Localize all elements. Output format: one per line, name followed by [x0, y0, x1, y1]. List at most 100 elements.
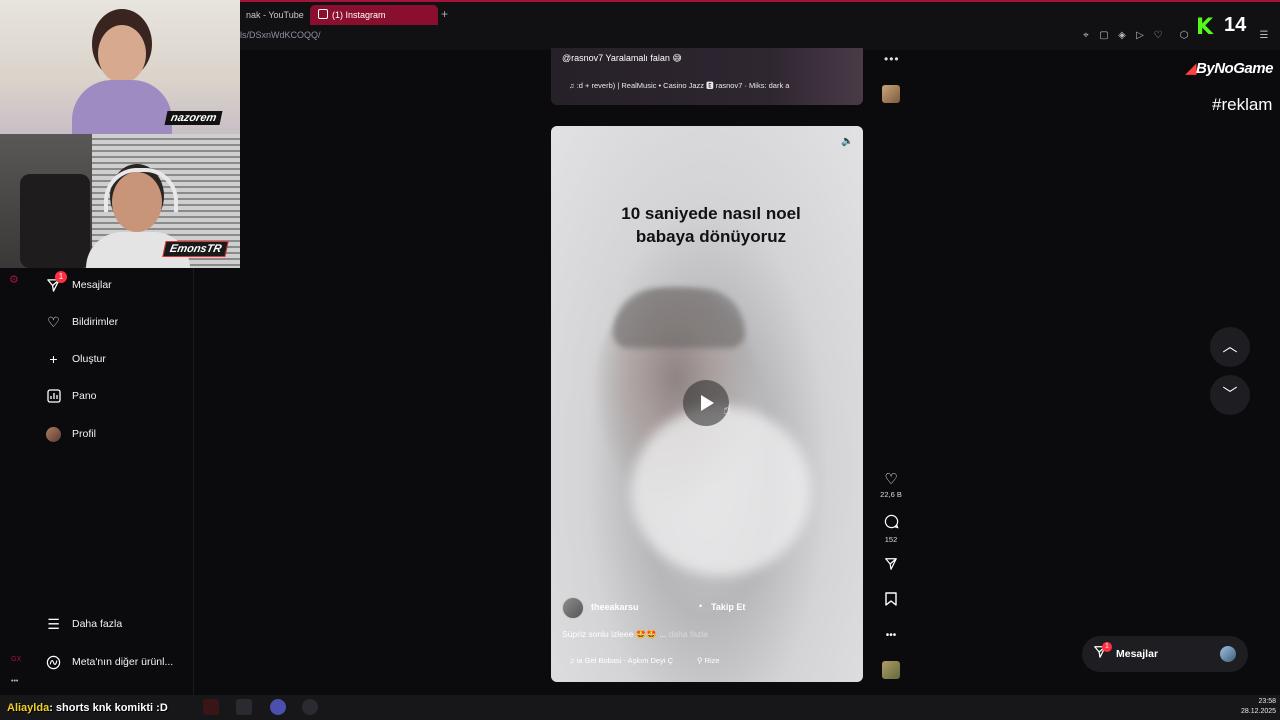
- chat-text: : shorts knk komikti :D: [49, 702, 168, 714]
- viewer-count: 14: [1224, 14, 1247, 36]
- reel-title-line-2: babaya dönüyoruz: [635, 227, 787, 246]
- follow-button[interactable]: Takip Et: [711, 602, 745, 612]
- sidebar-item-label: Meta'nın diğer ürünl...: [72, 656, 174, 668]
- next-reel-button[interactable]: ﹀: [1210, 375, 1250, 415]
- reel-music[interactable]: ♫ ia Gel Bobasi - Aşkım Deyi Ç: [569, 656, 673, 665]
- more-dots-icon[interactable]: •••: [11, 678, 18, 685]
- address-bar[interactable]: ls/DSxnWdKCOQQ/: [240, 30, 321, 40]
- taskbar: [0, 695, 1280, 720]
- face: [98, 25, 146, 83]
- messages-pill-label: Mesajlar: [1116, 648, 1159, 660]
- sidebar-item-label: Profil: [72, 428, 96, 440]
- heart-icon[interactable]: ♡: [1152, 30, 1164, 42]
- pin-icon[interactable]: ⌖: [1080, 30, 1092, 42]
- more-dots-icon: •••: [885, 630, 897, 641]
- author-name[interactable]: theeakarsu: [591, 602, 639, 612]
- plus-icon: +: [49, 351, 58, 367]
- meta-icon: [45, 654, 62, 671]
- location-pin-icon: ⚲: [697, 656, 703, 665]
- more-options-icon[interactable]: •••: [884, 52, 900, 66]
- sponsor-mark-icon: ◢: [1185, 60, 1197, 77]
- play-icon[interactable]: ▷: [1134, 30, 1146, 42]
- sponsor-logo: ◢ByNoGame: [1185, 59, 1273, 77]
- more-link[interactable]: daha fazla: [669, 629, 708, 639]
- sidebar-item-meta[interactable]: Meta'nın diğer ürünl...: [45, 650, 173, 674]
- screenshot-icon[interactable]: ▢: [1098, 30, 1110, 42]
- webcam-1-name: nazorem: [164, 111, 223, 125]
- shield-icon[interactable]: ◈: [1116, 30, 1128, 42]
- chevron-up-icon: ︿: [1222, 338, 1238, 355]
- torso: [72, 80, 172, 134]
- caption-text: Süpriz sonlu izleee 🤩🤩 ...: [562, 629, 667, 639]
- mute-icon[interactable]: 🔈: [841, 136, 853, 147]
- notification-badge: 1: [1102, 642, 1112, 652]
- tab-instagram[interactable]: (1) Instagram: [310, 5, 438, 25]
- hamburger-icon: ☰: [47, 615, 60, 632]
- separator-dot: •: [699, 601, 703, 611]
- previous-reel-button[interactable]: ︿: [1210, 327, 1250, 367]
- author-avatar[interactable]: [562, 597, 584, 619]
- sponsor-name: ByNoGame: [1196, 60, 1273, 77]
- tab-label: nak - YouTube: [246, 10, 304, 20]
- sidebar-item-label: Pano: [72, 390, 97, 402]
- video-figure-hair: [613, 288, 745, 348]
- previous-reel-caption: @rasnov7 Yaralamalı falan 😅: [562, 53, 682, 63]
- more-options-button[interactable]: •••: [880, 627, 902, 645]
- audio-thumbnail[interactable]: [882, 85, 900, 103]
- avatar: [45, 426, 62, 443]
- location-name: Rize: [704, 656, 720, 665]
- reel-title: 10 saniyede nasıl noel babaya dönüyoruz: [551, 202, 871, 248]
- clock-date: 28.12.2025: [1241, 708, 1277, 715]
- sidebar-item-more[interactable]: ☰ Daha fazla: [45, 612, 122, 636]
- opera-gx-icon[interactable]: [203, 699, 219, 715]
- comment-icon: [880, 514, 902, 534]
- avatar: [1220, 646, 1236, 662]
- sidebar-item-dashboard[interactable]: Pano: [45, 384, 97, 408]
- clock-time: 23:58: [1258, 698, 1277, 705]
- heart-icon: ♡: [47, 313, 60, 330]
- instagram-icon: [318, 9, 328, 19]
- notification-badge: 1: [55, 271, 67, 283]
- video-figure-beard: [631, 406, 811, 576]
- sidebar-item-label: Daha fazla: [72, 618, 123, 630]
- reel-location[interactable]: ⚲ Rize: [697, 656, 720, 665]
- side-icon[interactable]: GX: [11, 656, 21, 663]
- chat-username: Aliaylda: [7, 702, 50, 714]
- discord-icon[interactable]: [270, 699, 286, 715]
- share-button[interactable]: [880, 557, 902, 576]
- app-icon[interactable]: [236, 699, 252, 715]
- settings-icon[interactable]: ⚙: [9, 273, 19, 286]
- comment-button[interactable]: 152: [880, 514, 902, 544]
- hand-cursor-icon: ☝: [723, 402, 731, 417]
- reel-caption: Süpriz sonlu izleee 🤩🤩 ... daha fazla: [562, 629, 708, 640]
- tab-label: (1) Instagram: [332, 10, 386, 20]
- chart-icon: [45, 388, 62, 405]
- sidebar-item-label: Bildirimler: [72, 316, 119, 328]
- comment-count: 152: [884, 535, 898, 544]
- play-icon: [701, 395, 714, 411]
- sidebar-item-label: Oluştur: [72, 353, 106, 365]
- menu-icon[interactable]: ☰: [1258, 30, 1270, 42]
- sidebar-item-notifications[interactable]: ♡ Bildirimler: [45, 310, 118, 334]
- kick-logo: K: [1196, 15, 1214, 40]
- tab-youtube[interactable]: nak - YouTube: [238, 5, 308, 25]
- previous-reel-music[interactable]: ♫ :d + reverb) | RealMusic • Casino Jazz…: [569, 80, 804, 91]
- ad-hashtag: #reklam: [1212, 95, 1273, 114]
- like-count: 22,6 B: [880, 490, 902, 499]
- sidebar-item-profile[interactable]: Profil: [45, 422, 96, 446]
- sidebar-item-create[interactable]: + Oluştur: [45, 347, 106, 371]
- like-button[interactable]: ♡ 22,6 B: [880, 471, 902, 499]
- audio-thumbnail[interactable]: [882, 661, 900, 679]
- chat-message: Aliaylda: shorts knk komikti :D: [7, 702, 168, 714]
- chevron-down-icon: ﹀: [1222, 386, 1238, 403]
- obs-icon[interactable]: [302, 699, 318, 715]
- save-button[interactable]: [880, 592, 902, 611]
- gaming-chair: [20, 174, 90, 268]
- webcam-2-name: EmonsTR: [162, 241, 230, 257]
- reel-title-line-1: 10 saniyede nasıl noel: [621, 204, 801, 223]
- extensions-icon[interactable]: ⬡: [1178, 30, 1190, 42]
- send-icon: [880, 557, 902, 576]
- new-tab-button[interactable]: +: [441, 7, 448, 21]
- bookmark-icon: [880, 592, 902, 611]
- sidebar-item-label: Mesajlar: [72, 279, 112, 291]
